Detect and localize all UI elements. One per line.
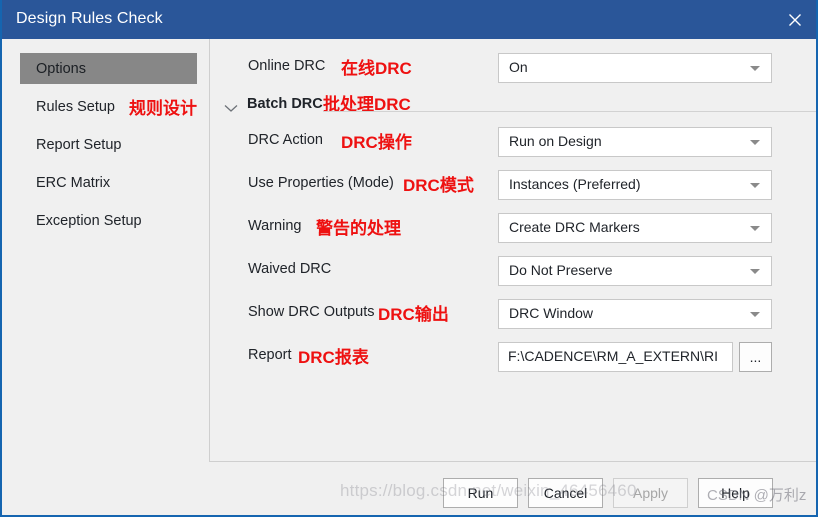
- chevron-down-icon: [750, 66, 760, 71]
- use-properties-annotation: DRC模式: [403, 171, 474, 196]
- online-drc-label: Online DRC: [248, 58, 325, 74]
- section-separator: [323, 111, 816, 112]
- chevron-down-icon: [750, 269, 760, 274]
- warning-value: Create DRC Markers: [509, 219, 744, 235]
- run-button[interactable]: Run: [443, 478, 518, 508]
- sidebar-item-label: Rules Setup: [36, 99, 115, 115]
- row-show-drc-outputs: Show DRC Outputs DRC输出 DRC Window: [210, 299, 816, 329]
- sidebar-item-rules-setup[interactable]: Rules Setup 规则设计: [20, 91, 197, 122]
- use-properties-select[interactable]: Instances (Preferred): [498, 170, 772, 200]
- report-browse-button[interactable]: ...: [739, 342, 772, 372]
- warning-annotation: 警告的处理: [316, 214, 401, 239]
- use-properties-label: Use Properties (Mode): [248, 175, 394, 191]
- design-rules-check-dialog: Design Rules Check Options Rules Setup 规…: [0, 0, 818, 517]
- close-button[interactable]: [772, 0, 818, 39]
- show-drc-outputs-annotation: DRC输出: [378, 300, 449, 325]
- sidebar-annotation-rules-setup: 规则设计: [129, 94, 197, 119]
- show-drc-outputs-label: Show DRC Outputs: [248, 304, 375, 320]
- row-waived-drc: Waived DRC Do Not Preserve: [210, 256, 816, 286]
- sidebar-item-erc-matrix[interactable]: ERC Matrix: [20, 167, 197, 198]
- chevron-down-icon: [750, 312, 760, 317]
- chevron-down-icon: [750, 226, 760, 231]
- waived-drc-value: Do Not Preserve: [509, 262, 744, 278]
- row-use-properties: Use Properties (Mode) DRC模式 Instances (P…: [210, 170, 816, 200]
- sidebar-item-exception-setup[interactable]: Exception Setup: [20, 205, 197, 236]
- options-panel: Online DRC 在线DRC On Batch DRC 批处理DRC DRC…: [210, 39, 816, 462]
- report-label: Report: [248, 347, 292, 363]
- drc-action-select[interactable]: Run on Design: [498, 127, 772, 157]
- row-warning: Warning 警告的处理 Create DRC Markers: [210, 213, 816, 243]
- chevron-down-icon[interactable]: [224, 100, 238, 118]
- report-annotation: DRC报表: [298, 343, 369, 368]
- chevron-down-icon: [750, 183, 760, 188]
- sidebar-item-label: ERC Matrix: [36, 175, 110, 191]
- sidebar-item-label: Options: [36, 61, 86, 77]
- report-path-input[interactable]: F:\CADENCE\RM_A_EXTERN\RI: [498, 342, 733, 372]
- show-drc-outputs-select[interactable]: DRC Window: [498, 299, 772, 329]
- sidebar-item-report-setup[interactable]: Report Setup: [20, 129, 197, 160]
- online-drc-select[interactable]: On: [498, 53, 772, 83]
- use-properties-value: Instances (Preferred): [509, 176, 744, 192]
- row-batch-drc-section: Batch DRC 批处理DRC: [210, 91, 816, 121]
- drc-action-value: Run on Design: [509, 133, 744, 149]
- dialog-button-bar: Run Cancel Apply Help: [2, 462, 816, 515]
- window-title: Design Rules Check: [16, 10, 163, 28]
- warning-label: Warning: [248, 218, 301, 234]
- row-report: Report DRC报表 F:\CADENCE\RM_A_EXTERN\RI .…: [210, 342, 816, 372]
- online-drc-annotation: 在线DRC: [341, 54, 412, 79]
- row-drc-action: DRC Action DRC操作 Run on Design: [210, 127, 816, 157]
- sidebar-item-options[interactable]: Options: [20, 53, 197, 84]
- drc-action-label: DRC Action: [248, 132, 323, 148]
- drc-action-annotation: DRC操作: [341, 128, 412, 153]
- apply-button: Apply: [613, 478, 688, 508]
- show-drc-outputs-value: DRC Window: [509, 305, 744, 321]
- online-drc-value: On: [509, 59, 744, 75]
- cancel-button[interactable]: Cancel: [528, 478, 603, 508]
- waived-drc-select[interactable]: Do Not Preserve: [498, 256, 772, 286]
- row-online-drc: Online DRC 在线DRC On: [210, 53, 816, 83]
- close-icon: [788, 13, 802, 27]
- sidebar: Options Rules Setup 规则设计 Report Setup ER…: [2, 39, 208, 462]
- sidebar-item-label: Exception Setup: [36, 213, 142, 229]
- report-path-value: F:\CADENCE\RM_A_EXTERN\RI: [508, 348, 726, 364]
- warning-select[interactable]: Create DRC Markers: [498, 213, 772, 243]
- waived-drc-label: Waived DRC: [248, 261, 331, 277]
- sidebar-item-label: Report Setup: [36, 137, 121, 153]
- help-button[interactable]: Help: [698, 478, 773, 508]
- chevron-down-icon: [750, 140, 760, 145]
- batch-drc-label: Batch DRC: [247, 96, 323, 112]
- title-bar: Design Rules Check: [0, 0, 818, 39]
